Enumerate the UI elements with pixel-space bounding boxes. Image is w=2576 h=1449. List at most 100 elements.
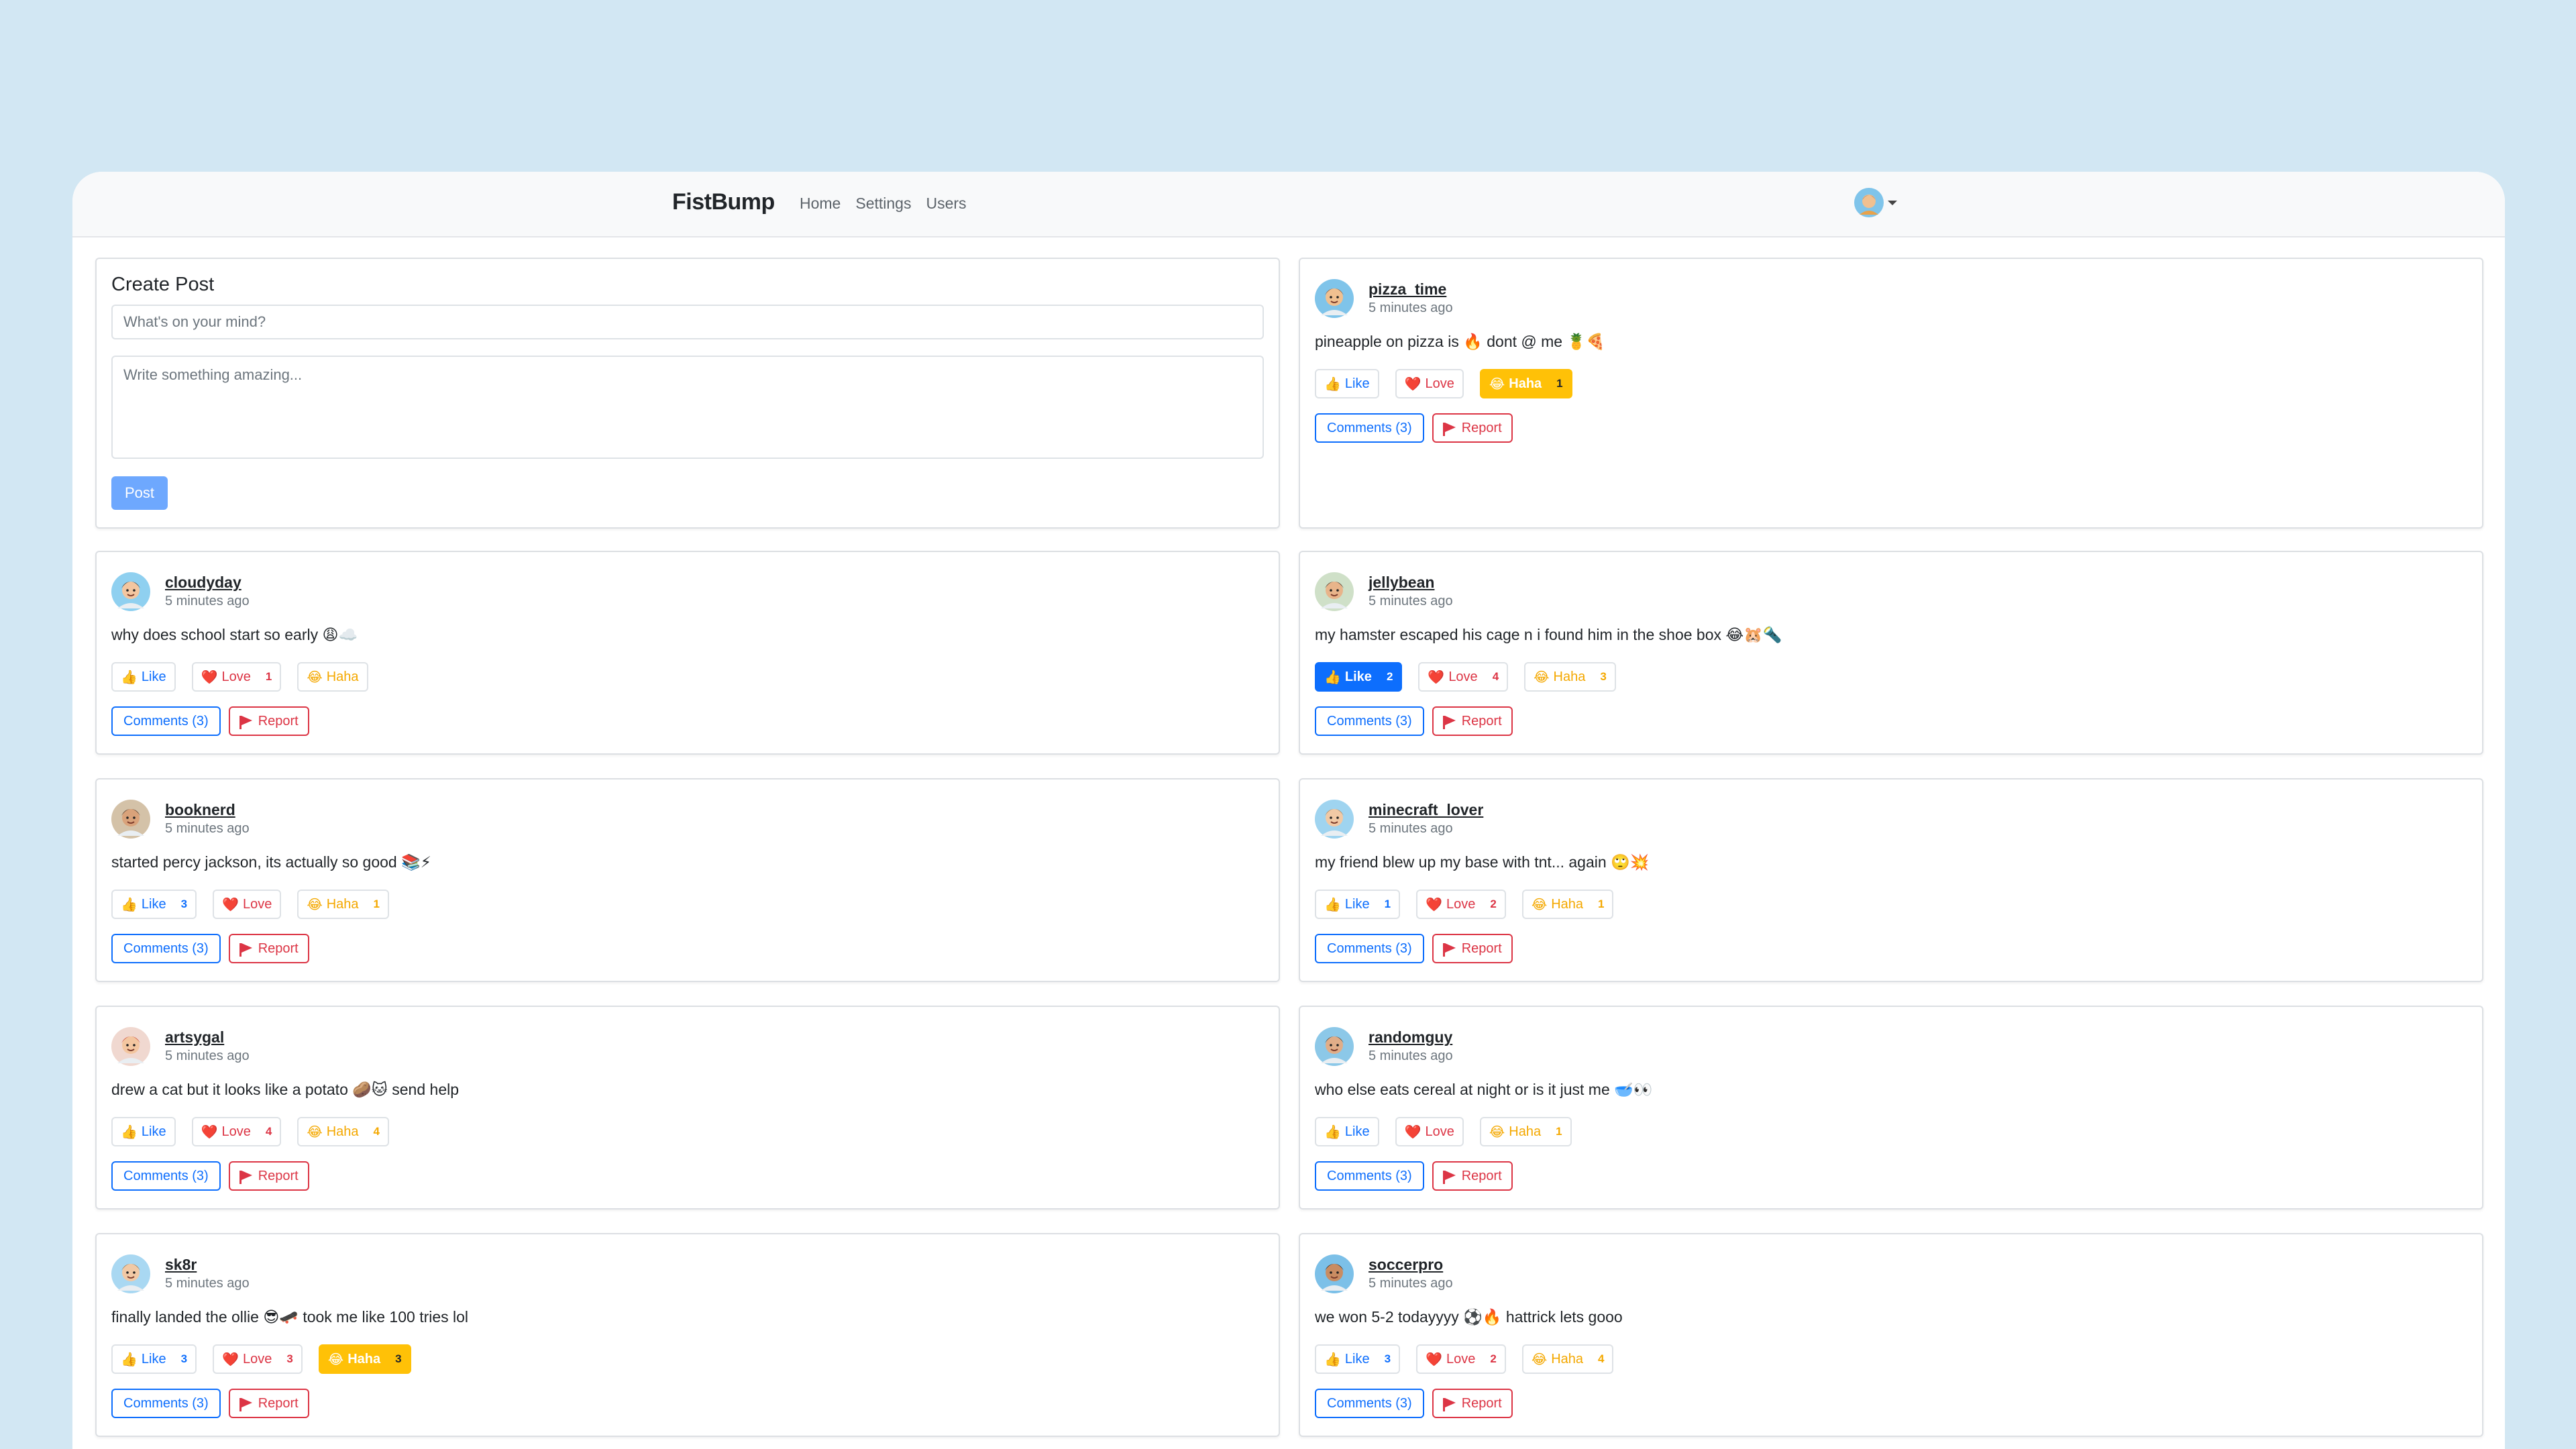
love-button[interactable]: ❤️ Love 4: [191, 1117, 282, 1146]
report-button[interactable]: Report: [228, 1161, 309, 1191]
haha-button[interactable]: 😂 Haha 4: [297, 1117, 390, 1146]
love-button[interactable]: ❤️ Love 2: [1416, 1344, 1506, 1374]
haha-button[interactable]: 😂 Haha 4: [1521, 1344, 1614, 1374]
report-button[interactable]: Report: [228, 706, 309, 736]
haha-button[interactable]: 😂 Haha: [297, 662, 368, 692]
post-title-input[interactable]: [111, 305, 1264, 339]
haha-button[interactable]: 😂 Haha 1: [1521, 890, 1614, 919]
post-username[interactable]: jellybean: [1368, 574, 1434, 592]
love-button[interactable]: ❤️ Love: [213, 890, 282, 919]
laugh-icon: 😂: [1531, 1352, 1548, 1367]
haha-button[interactable]: 😂 Haha 1: [297, 890, 390, 919]
haha-button[interactable]: 😂 Haha 1: [1479, 1117, 1572, 1146]
post-content: who else eats cereal at night or is it j…: [1315, 1081, 1653, 1098]
report-label: Report: [1461, 713, 1502, 729]
report-button[interactable]: Report: [1432, 1161, 1513, 1191]
heart-icon: ❤️: [1428, 669, 1445, 685]
love-button[interactable]: ❤️ Love: [1395, 369, 1464, 398]
haha-button[interactable]: 😂 Haha 3: [1524, 662, 1616, 692]
love-button[interactable]: ❤️ Love 1: [191, 662, 282, 692]
haha-label: Haha: [1553, 669, 1586, 684]
nav-links: Home Settings Users: [800, 195, 967, 213]
like-button[interactable]: 👍 Like 3: [111, 1344, 197, 1374]
like-button[interactable]: 👍 Like 1: [1315, 890, 1401, 919]
haha-button[interactable]: 😂 Haha 1: [1479, 369, 1572, 398]
comments-button[interactable]: Comments (3): [111, 934, 221, 963]
post-username[interactable]: artsygal: [165, 1028, 224, 1046]
report-button[interactable]: Report: [228, 1389, 309, 1418]
comments-button[interactable]: Comments (3): [1315, 413, 1424, 443]
avatar: [1315, 1254, 1354, 1293]
avatar: [111, 1027, 150, 1066]
report-label: Report: [258, 941, 299, 956]
comments-button[interactable]: Comments (3): [111, 1161, 221, 1191]
love-count: 4: [1492, 670, 1499, 683]
post-body-textarea[interactable]: [111, 356, 1264, 459]
profile-menu[interactable]: [1854, 188, 1897, 217]
love-button[interactable]: ❤️ Love 4: [1418, 662, 1509, 692]
nav-home[interactable]: Home: [800, 195, 841, 213]
post-username[interactable]: cloudyday: [165, 574, 241, 592]
heart-icon: ❤️: [201, 1124, 218, 1140]
avatar: [111, 800, 150, 839]
like-button[interactable]: 👍 Like 3: [111, 890, 197, 919]
post-button[interactable]: Post: [111, 476, 168, 510]
reaction-bar: 👍 Like 3 ❤️ Love 2 😂 Haha 4: [1315, 1344, 1614, 1374]
laugh-icon: 😂: [1534, 669, 1550, 685]
like-label: Like: [1344, 376, 1370, 391]
like-button[interactable]: 👍 Like 2: [1315, 662, 1403, 692]
comments-button[interactable]: Comments (3): [1315, 1389, 1424, 1418]
thumbs-up-icon: 👍: [121, 669, 138, 685]
like-button[interactable]: 👍 Like: [111, 662, 176, 692]
app-window: FistBump Home Settings Users Create Post…: [72, 172, 2505, 1449]
like-count: 3: [180, 1352, 188, 1365]
chevron-down-icon: [1888, 200, 1897, 205]
post-username[interactable]: pizza_time: [1368, 280, 1446, 299]
comments-button[interactable]: Comments (3): [1315, 706, 1424, 736]
report-button[interactable]: Report: [1432, 934, 1513, 963]
post-actions: Comments (3) Report: [111, 1161, 309, 1191]
love-button[interactable]: ❤️ Love: [1395, 1117, 1464, 1146]
comments-button[interactable]: Comments (3): [1315, 934, 1424, 963]
love-button[interactable]: ❤️ Love 2: [1416, 890, 1506, 919]
comments-button[interactable]: Comments (3): [111, 706, 221, 736]
thumbs-up-icon: 👍: [121, 1124, 138, 1140]
post-content: we won 5-2 todayyyy ⚽🔥 hattrick lets goo…: [1315, 1308, 1623, 1326]
comments-button[interactable]: Comments (3): [111, 1389, 221, 1418]
comments-button[interactable]: Comments (3): [1315, 1161, 1424, 1191]
haha-count: 1: [1556, 1125, 1562, 1138]
like-button[interactable]: 👍 Like: [1315, 369, 1379, 398]
post-actions: Comments (3) Report: [1315, 934, 1513, 963]
like-button[interactable]: 👍 Like 3: [1315, 1344, 1401, 1374]
post-username[interactable]: sk8r: [165, 1256, 197, 1274]
like-label: Like: [1344, 896, 1370, 912]
nav-settings[interactable]: Settings: [855, 195, 911, 213]
post-timestamp: 5 minutes ago: [1368, 594, 1453, 608]
love-label: Love: [1425, 1124, 1454, 1139]
post-username[interactable]: randomguy: [1368, 1028, 1452, 1046]
post-username[interactable]: minecraft_lover: [1368, 801, 1483, 819]
flag-icon: [1442, 943, 1456, 957]
like-button[interactable]: 👍 Like: [111, 1117, 176, 1146]
love-button[interactable]: ❤️ Love 3: [213, 1344, 303, 1374]
reaction-bar: 👍 Like 1 ❤️ Love 2 😂 Haha 1: [1315, 890, 1614, 919]
thumbs-up-icon: 👍: [1324, 376, 1341, 392]
report-button[interactable]: Report: [1432, 1389, 1513, 1418]
post-card: soccerpro 5 minutes ago we won 5-2 todayyy…: [1299, 1233, 2483, 1437]
like-button[interactable]: 👍 Like: [1315, 1117, 1379, 1146]
post-timestamp: 5 minutes ago: [1368, 1049, 1453, 1063]
haha-button[interactable]: 😂 Haha 3: [318, 1344, 411, 1374]
post-username[interactable]: soccerpro: [1368, 1256, 1443, 1274]
like-count: 3: [1384, 1352, 1391, 1365]
report-label: Report: [258, 1395, 299, 1411]
nav-users[interactable]: Users: [926, 195, 966, 213]
report-button[interactable]: Report: [1432, 413, 1513, 443]
brand-logo[interactable]: FistBump: [672, 189, 775, 215]
report-button[interactable]: Report: [228, 934, 309, 963]
thumbs-up-icon: 👍: [121, 1352, 138, 1367]
report-button[interactable]: Report: [1432, 706, 1513, 736]
report-label: Report: [1461, 420, 1502, 435]
like-count: 2: [1386, 670, 1393, 683]
flag-icon: [1442, 1171, 1456, 1184]
post-username[interactable]: booknerd: [165, 801, 235, 819]
